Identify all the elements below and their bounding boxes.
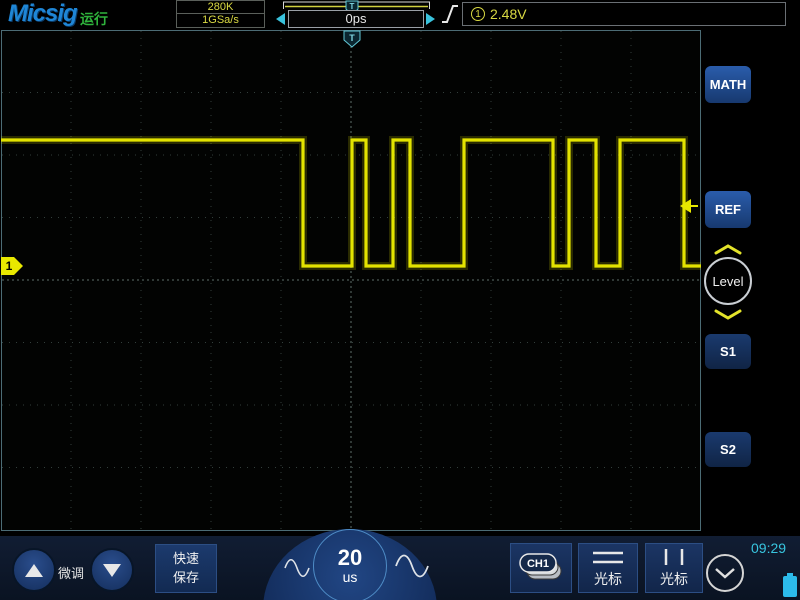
horizontal-cursor-label: 光标 <box>594 571 622 587</box>
acquisition-info-box[interactable]: 280K 1GSa/s <box>176 0 265 28</box>
channel-button-label: CH1 <box>527 558 549 570</box>
horizontal-cursor-button[interactable]: 光标 <box>578 543 638 593</box>
channel-select-button[interactable]: CH1 <box>510 543 572 593</box>
s2-button[interactable]: S2 <box>705 432 751 467</box>
quick-save-button[interactable]: 快速 保存 <box>155 544 217 593</box>
oscilloscope-screen: Micsig 运行 280K 1GSa/s T 0ps 1 2.48V 1T M… <box>0 0 800 600</box>
zoom-out-sine-icon[interactable] <box>283 556 311 580</box>
grid-border <box>1 30 701 531</box>
trigger-position-right-arrow-icon[interactable] <box>426 13 435 25</box>
channel-1-marker-label: 1 <box>6 259 13 273</box>
up-arrow-icon <box>25 563 43 577</box>
trigger-position-left-arrow-icon[interactable] <box>276 13 285 25</box>
math-button[interactable]: MATH <box>705 66 751 103</box>
down-arrow-icon <box>103 563 121 577</box>
zoom-in-sine-icon[interactable] <box>393 550 431 582</box>
vertical-cursor-button[interactable]: 光标 <box>645 543 703 593</box>
s1-button[interactable]: S1 <box>705 334 751 369</box>
timebase-unit: us <box>342 569 358 585</box>
waveform-trace-ch1 <box>1 138 701 268</box>
collapse-menu-button[interactable] <box>706 554 744 592</box>
sample-rate-value: 1GSa/s <box>202 14 239 26</box>
stacked-channels-icon: CH1 <box>519 553 562 580</box>
brand-logo: Micsig <box>8 0 78 27</box>
vertical-cursor-label: 光标 <box>660 571 688 587</box>
level-knob-button[interactable]: Level <box>704 257 752 305</box>
memory-depth-value: 280K <box>177 1 264 14</box>
timebase-readout[interactable]: 20 us <box>313 529 387 600</box>
run-status-label: 运行 <box>80 11 108 27</box>
battery-icon <box>783 573 797 597</box>
vertical-cursors-icon <box>664 549 684 565</box>
fine-adjust-label: 微调 <box>58 566 85 581</box>
ref-button[interactable]: REF <box>705 191 751 228</box>
trigger-position-readout[interactable]: 0ps <box>288 10 424 28</box>
trigger-level-value: 2.48V <box>490 6 527 22</box>
fine-adjust-down-button[interactable] <box>90 548 134 592</box>
horizontal-cursors-icon <box>593 551 623 564</box>
bottom-control-bar: 微调 快速 保存 20 us CH1 光标 光标 09:29 <box>0 529 800 600</box>
waveform-display-area[interactable]: 1T <box>1 30 701 531</box>
waveform-plot: 1T <box>1 30 701 531</box>
trigger-source-channel-badge: 1 <box>471 7 485 21</box>
trigger-time-marker-letter: T <box>349 33 355 43</box>
level-up-chevron-icon[interactable] <box>713 243 743 256</box>
chevron-down-icon <box>715 568 735 579</box>
timebase-value: 20 <box>337 545 363 570</box>
clock-readout: 09:29 <box>751 540 787 556</box>
fine-adjust-up-button[interactable] <box>12 548 56 592</box>
rising-edge-trigger-icon[interactable] <box>440 2 460 26</box>
quick-save-label: 快速 保存 <box>172 550 199 585</box>
trigger-status-box[interactable]: 1 2.48V <box>462 2 786 26</box>
level-down-chevron-icon[interactable] <box>713 308 743 321</box>
